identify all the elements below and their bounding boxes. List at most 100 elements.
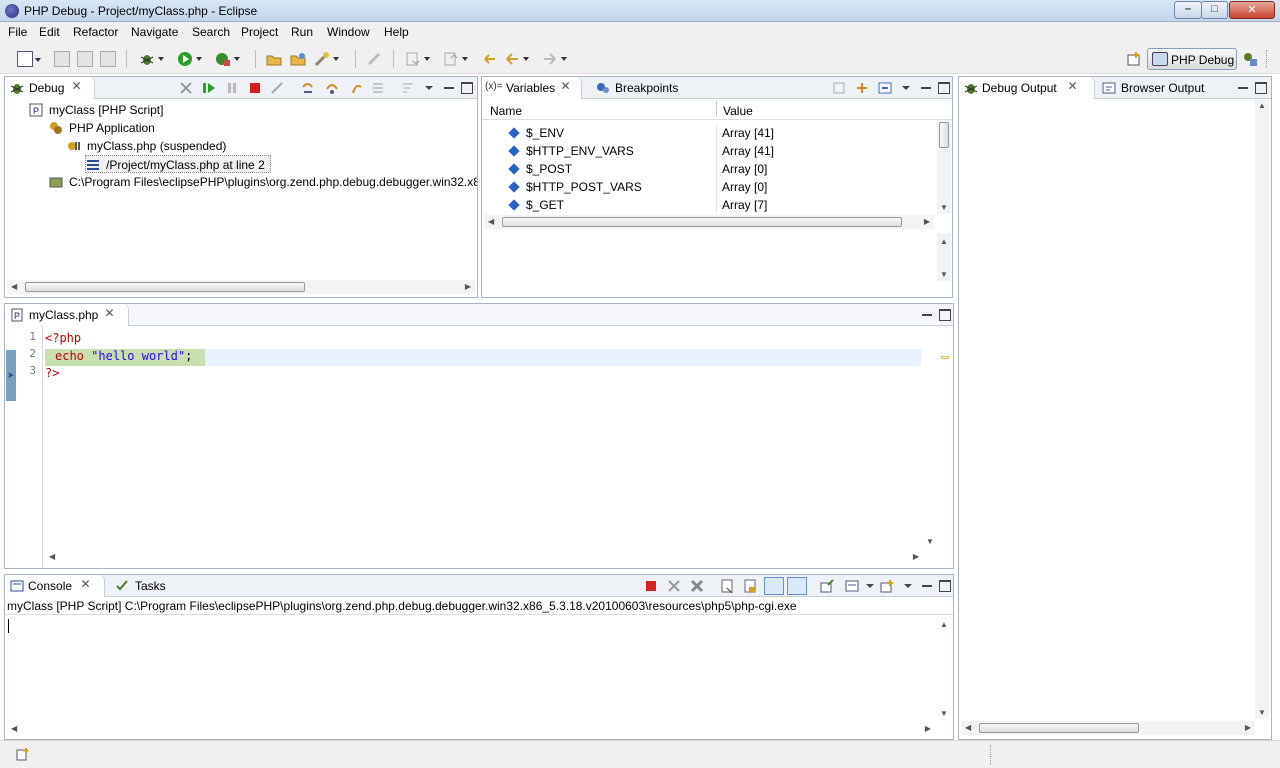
suspend-icon[interactable]: [225, 81, 239, 95]
console-vertical-scrollbar[interactable]: ▲ ▼: [937, 616, 951, 720]
tree-item[interactable]: C:\Program Files\eclipsePHP\plugins\org.…: [49, 173, 477, 191]
close-tab-icon[interactable]: ✕: [1067, 80, 1078, 92]
maximize-view-icon[interactable]: [939, 580, 951, 592]
scroll-down-icon[interactable]: ▼: [940, 203, 948, 212]
editor-vertical-scrollbar[interactable]: ▼: [923, 326, 937, 548]
step-filters-icon[interactable]: [401, 81, 415, 95]
maximize-view-icon[interactable]: [938, 82, 950, 94]
debug-horizontal-scrollbar[interactable]: ◀ ▶: [7, 280, 475, 294]
pin-console-icon[interactable]: [820, 579, 834, 593]
tab-console[interactable]: Console ✕: [5, 575, 105, 597]
step-return-icon[interactable]: [349, 81, 363, 95]
show-on-stderr-toggle[interactable]: [787, 577, 807, 595]
menu-help[interactable]: Help: [384, 25, 409, 39]
show-type-names-icon[interactable]: [832, 81, 846, 95]
remove-terminated-icon[interactable]: [179, 81, 193, 95]
overview-ruler-marker[interactable]: [941, 356, 949, 359]
scroll-up-icon[interactable]: ▲: [1258, 101, 1266, 110]
show-on-stdout-toggle[interactable]: [764, 577, 784, 595]
code-line-3[interactable]: ?>: [45, 366, 59, 380]
fast-view-icon[interactable]: [16, 747, 30, 761]
tree-item[interactable]: P myClass [PHP Script]: [29, 101, 229, 119]
view-menu-icon[interactable]: [903, 579, 913, 593]
editor-horizontal-scrollbar[interactable]: ◀ ▶: [45, 550, 923, 564]
scroll-down-icon[interactable]: ▼: [1258, 708, 1266, 717]
details-vertical-scrollbar[interactable]: ▲ ▼: [937, 233, 951, 281]
step-over-icon[interactable]: [325, 81, 339, 95]
view-menu-icon[interactable]: [901, 81, 911, 95]
scroll-right-icon[interactable]: ▶: [465, 282, 471, 291]
table-row[interactable]: $HTTP_ENV_VARS Array [41]: [482, 142, 934, 160]
column-name[interactable]: Name: [490, 104, 522, 118]
code-line-2[interactable]: echo "hello world";: [55, 349, 192, 363]
column-divider[interactable]: [716, 101, 717, 117]
scroll-down-icon[interactable]: ▼: [940, 270, 948, 279]
maximize-view-icon[interactable]: [1255, 82, 1267, 94]
close-tab-icon[interactable]: ✕: [71, 80, 82, 92]
scrollbar-thumb[interactable]: [939, 122, 949, 148]
menu-window[interactable]: Window: [327, 25, 370, 39]
php-perspective-icon[interactable]: [1242, 51, 1258, 67]
dropdown-icon[interactable]: [865, 579, 875, 593]
back-icon[interactable]: [504, 51, 529, 67]
open-type-icon[interactable]: [314, 51, 339, 67]
toggle-mark-icon[interactable]: [366, 51, 382, 67]
next-annotation-icon[interactable]: [405, 51, 430, 67]
tab-breakpoints[interactable]: Breakpoints: [590, 77, 690, 99]
scrollbar-thumb[interactable]: [25, 282, 305, 292]
close-tab-icon[interactable]: ✕: [104, 307, 115, 319]
step-into-icon[interactable]: [301, 81, 315, 95]
scroll-down-icon[interactable]: ▼: [940, 709, 948, 718]
output-horizontal-scrollbar[interactable]: ◀ ▶: [961, 721, 1255, 735]
tree-item[interactable]: PHP Application: [49, 119, 249, 137]
view-menu-icon[interactable]: [424, 81, 434, 95]
minimize-view-icon[interactable]: [443, 82, 455, 94]
menu-navigate[interactable]: Navigate: [131, 25, 178, 39]
scroll-right-icon[interactable]: ▶: [925, 724, 931, 733]
scroll-lock-icon[interactable]: [743, 579, 757, 593]
scroll-left-icon[interactable]: ◀: [11, 282, 17, 291]
menu-project[interactable]: Project: [241, 25, 278, 39]
maximize-view-icon[interactable]: [939, 309, 951, 321]
maximize-view-icon[interactable]: [461, 82, 473, 94]
close-window-button[interactable]: ✕: [1229, 1, 1275, 19]
collapse-all-icon[interactable]: [878, 81, 892, 95]
tree-item[interactable]: myClass.php (suspended): [67, 137, 267, 155]
minimize-button[interactable]: –: [1174, 1, 1202, 19]
maximize-button[interactable]: □: [1201, 1, 1228, 19]
scrollbar-thumb[interactable]: [502, 217, 902, 227]
resume-icon[interactable]: [202, 81, 216, 95]
minimize-view-icon[interactable]: [1237, 82, 1249, 94]
external-tools-icon[interactable]: [215, 51, 240, 67]
tab-browser-output[interactable]: Browser Output: [1099, 77, 1209, 99]
code-line-1[interactable]: <?php: [45, 331, 81, 345]
tree-item-selected[interactable]: /Project/myClass.php at line 2: [85, 155, 271, 173]
debug-bug-icon[interactable]: [139, 51, 164, 67]
new-file-icon[interactable]: [17, 51, 41, 67]
open-project-icon[interactable]: [290, 51, 306, 67]
menu-search[interactable]: Search: [192, 25, 230, 39]
forward-icon[interactable]: [542, 51, 567, 67]
scroll-right-icon[interactable]: ▶: [924, 217, 930, 226]
minimize-view-icon[interactable]: [921, 309, 933, 321]
run-icon[interactable]: [177, 51, 202, 67]
variables-horizontal-scrollbar[interactable]: ◀ ▶: [484, 215, 934, 229]
scroll-left-icon[interactable]: ◀: [49, 552, 55, 561]
drop-to-frame-icon[interactable]: [371, 81, 385, 95]
close-tab-icon[interactable]: ✕: [80, 578, 91, 590]
remove-launch-icon[interactable]: [667, 579, 681, 593]
open-console-icon[interactable]: [880, 579, 894, 593]
terminate-icon[interactable]: [644, 579, 658, 593]
close-tab-icon[interactable]: ✕: [560, 80, 571, 92]
tab-myclass-php[interactable]: P myClass.php ✕: [5, 304, 129, 326]
save-all-icon[interactable]: [77, 51, 93, 67]
menu-refactor[interactable]: Refactor: [73, 25, 118, 39]
show-logical-structure-icon[interactable]: [855, 81, 869, 95]
minimize-view-icon[interactable]: [920, 82, 932, 94]
tab-variables[interactable]: (x)= Variables ✕: [482, 77, 582, 99]
table-row[interactable]: $_GET Array [7]: [482, 196, 934, 214]
scroll-up-icon[interactable]: ▲: [940, 620, 948, 629]
editor-annotation-ruler[interactable]: ➤: [5, 326, 19, 568]
table-row[interactable]: $HTTP_POST_VARS Array [0]: [482, 178, 934, 196]
disconnect-icon[interactable]: [270, 81, 284, 95]
